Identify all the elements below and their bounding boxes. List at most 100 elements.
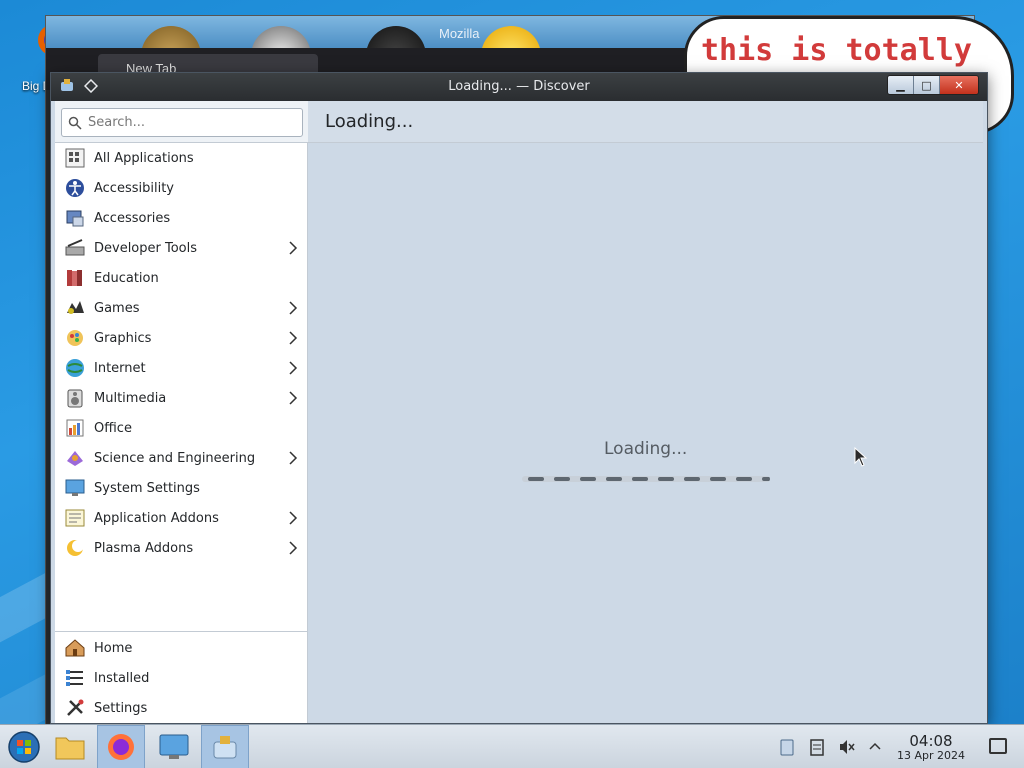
installed-icon: [64, 667, 86, 689]
minimize-button[interactable]: ▁: [888, 76, 914, 94]
sidebar-item-games-label: Games: [94, 300, 140, 316]
clipboard-tray-icon[interactable]: [778, 738, 796, 756]
discover-window: Loading... — Discover ▁ □ ✕ All Applicat…: [50, 72, 988, 724]
category-list: All Applications Accessibility Accessories…: [55, 143, 308, 563]
sidebar-item-graphics-label: Graphics: [94, 330, 152, 346]
show-desktop-button[interactable]: [989, 738, 1007, 754]
page-title: Loading...: [325, 111, 414, 132]
accessories-icon: [64, 207, 86, 229]
chevron-right-icon: [289, 451, 298, 465]
taskbar-system-settings[interactable]: [150, 725, 198, 768]
sidebar-item-application-addons[interactable]: Application Addons: [55, 503, 308, 533]
chevron-right-icon: [289, 301, 298, 315]
graphics-icon: [64, 327, 86, 349]
nav-item-home-label: Home: [94, 640, 133, 656]
progress-dash: [528, 477, 544, 481]
home-icon: [64, 637, 86, 659]
progress-dash: [606, 477, 622, 481]
loading-label: Loading...: [604, 439, 688, 459]
maximize-button[interactable]: □: [914, 76, 940, 94]
nav-item-installed[interactable]: Installed: [55, 663, 308, 693]
chevron-right-icon: [289, 511, 298, 525]
page-header: Loading...: [308, 101, 983, 143]
sidebar-item-graphics[interactable]: Graphics: [55, 323, 308, 353]
progress-dash: [736, 477, 752, 481]
window-controls: ▁ □ ✕: [887, 75, 979, 95]
sidebar-item-multimedia-label: Multimedia: [94, 390, 167, 406]
taskbar-firefox[interactable]: [97, 725, 145, 768]
progress-dash: [684, 477, 700, 481]
nav-item-installed-label: Installed: [94, 670, 150, 686]
sidebar-item-games[interactable]: Games: [55, 293, 308, 323]
settings-icon: [64, 697, 86, 719]
games-icon: [64, 297, 86, 319]
nav-item-home[interactable]: Home: [55, 633, 308, 663]
bottom-navigation: Home Installed Settings: [55, 631, 308, 723]
start-orb-icon: [8, 731, 40, 763]
chevron-right-icon: [289, 241, 298, 255]
window-title: Loading... — Discover: [448, 79, 590, 94]
close-button[interactable]: ✕: [940, 76, 978, 94]
mouse-cursor-icon: [854, 447, 868, 467]
folder-icon: [55, 737, 85, 760]
background-mozilla-text: Mozilla: [439, 26, 480, 41]
sidebar-item-developer-tools[interactable]: Developer Tools: [55, 233, 308, 263]
loading-progress-bar: [522, 476, 770, 482]
volume-muted-icon[interactable]: [838, 738, 856, 756]
sidebar-item-internet-label: Internet: [94, 360, 146, 376]
sidebar-item-all-applications-label: All Applications: [94, 150, 194, 166]
education-icon: [64, 267, 86, 289]
science-icon: [64, 447, 86, 469]
clock-time[interactable]: 04:08: [892, 732, 970, 750]
progress-dash: [580, 477, 596, 481]
internet-icon: [64, 357, 86, 379]
title-bar[interactable]: Loading... — Discover ▁ □ ✕: [51, 73, 987, 101]
sidebar-item-office[interactable]: Office: [55, 413, 308, 443]
start-menu-button[interactable]: [0, 725, 48, 768]
tray-expand-icon[interactable]: [866, 738, 884, 756]
search-icon: [68, 116, 82, 130]
sidebar-item-multimedia[interactable]: Multimedia: [55, 383, 308, 413]
system-settings-taskbar-icon: [159, 734, 189, 759]
sidebar-item-internet[interactable]: Internet: [55, 353, 308, 383]
discover-taskbar-icon: [213, 736, 237, 759]
progress-dash: [658, 477, 674, 481]
multimedia-icon: [64, 387, 86, 409]
sidebar-item-science-and-engineering[interactable]: Science and Engineering: [55, 443, 308, 473]
sidebar-item-education-label: Education: [94, 270, 159, 286]
sidebar-item-science-and-engineering-label: Science and Engineering: [94, 450, 256, 466]
accessibility-icon: [64, 177, 86, 199]
sidebar-item-accessories[interactable]: Accessories: [55, 203, 308, 233]
nav-item-settings[interactable]: Settings: [55, 693, 308, 723]
taskbar: 04:08 13 Apr 2024: [0, 724, 1024, 768]
developer-tools-icon: [64, 237, 86, 259]
chevron-right-icon: [289, 541, 298, 555]
sidebar-item-office-label: Office: [94, 420, 132, 436]
notes-tray-icon[interactable]: [808, 738, 826, 756]
sidebar-item-accessibility-label: Accessibility: [94, 180, 174, 196]
sidebar-item-education[interactable]: Education: [55, 263, 308, 293]
sidebar-item-accessibility[interactable]: Accessibility: [55, 173, 308, 203]
chevron-right-icon: [289, 361, 298, 375]
sidebar: All Applications Accessibility Accessories…: [55, 101, 308, 723]
sidebar-item-all-applications[interactable]: All Applications: [55, 143, 308, 173]
sidebar-item-system-settings[interactable]: System Settings: [55, 473, 308, 503]
window-body: All Applications Accessibility Accessories…: [55, 101, 983, 723]
firefox-icon: [108, 734, 134, 760]
clock-date[interactable]: 13 Apr 2024: [892, 749, 970, 762]
nav-item-settings-label: Settings: [94, 700, 148, 716]
sidebar-item-developer-tools-label: Developer Tools: [94, 240, 198, 256]
all-applications-icon: [64, 147, 86, 169]
chevron-right-icon: [289, 331, 298, 345]
progress-dash: [710, 477, 726, 481]
sidebar-item-application-addons-label: Application Addons: [94, 510, 219, 526]
sidebar-item-plasma-addons[interactable]: Plasma Addons: [55, 533, 308, 563]
main-content: Loading... Loading...: [308, 101, 983, 723]
taskbar-discover[interactable]: [201, 725, 249, 768]
sidebar-item-accessories-label: Accessories: [94, 210, 171, 226]
taskbar-file-manager[interactable]: [46, 725, 94, 768]
search-input[interactable]: [61, 108, 303, 137]
chevron-right-icon: [289, 391, 298, 405]
background-sketch-text: this is totally: [701, 33, 972, 68]
sidebar-item-plasma-addons-label: Plasma Addons: [94, 540, 194, 556]
